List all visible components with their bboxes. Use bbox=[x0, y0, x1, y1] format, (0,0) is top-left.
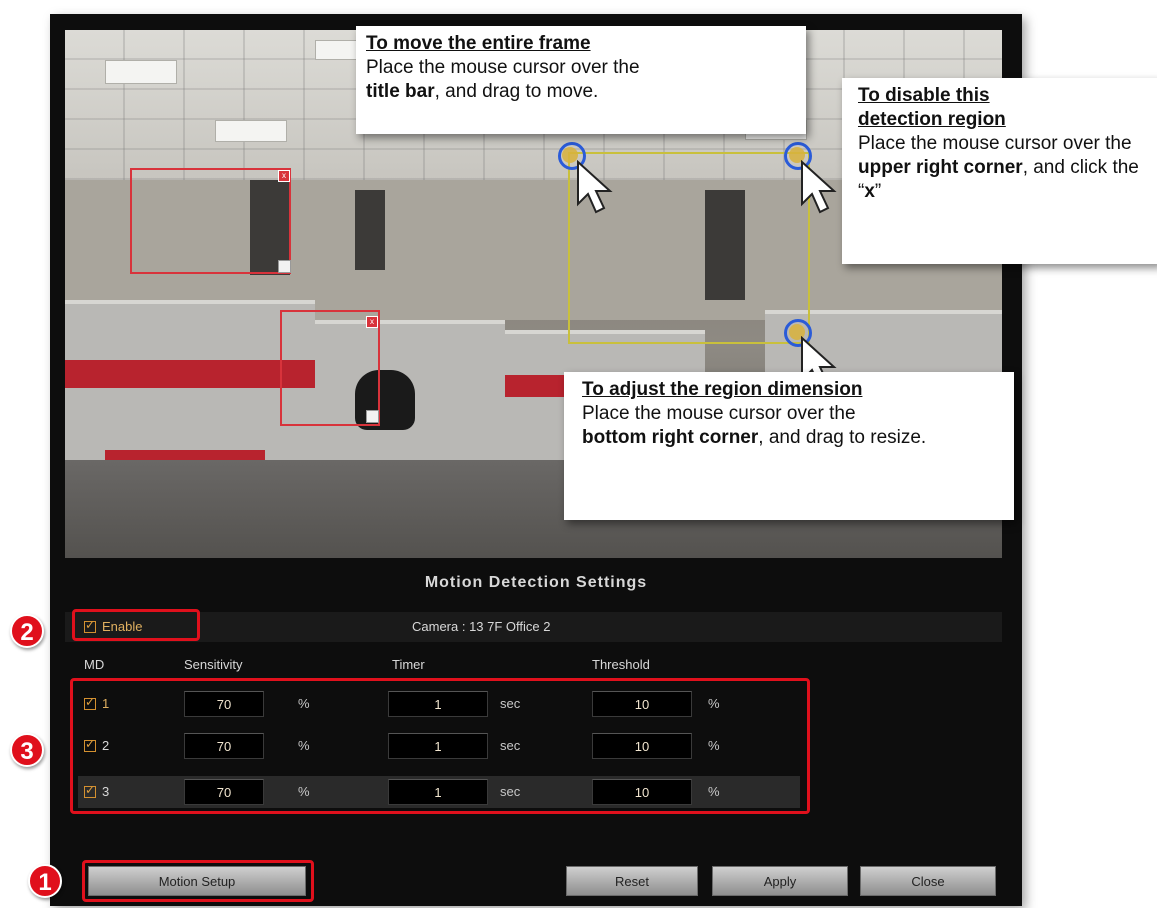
callout-move-frame: To move the entire frame Place the mouse… bbox=[356, 26, 806, 134]
step-badge-3: 3 bbox=[10, 733, 44, 767]
apply-button[interactable]: Apply bbox=[712, 866, 848, 896]
detection-region-1[interactable] bbox=[130, 168, 291, 274]
callout-bold-text: bottom right corner bbox=[582, 427, 759, 448]
cubicle-trim bbox=[65, 360, 315, 388]
callout-text: Place the mouse cursor over the bbox=[858, 133, 1132, 154]
header-threshold: Threshold bbox=[592, 657, 650, 672]
door bbox=[355, 190, 385, 270]
step-badge-2: 2 bbox=[10, 614, 44, 648]
ceiling-light bbox=[105, 60, 177, 84]
motion-setup-highlight-box bbox=[82, 860, 314, 902]
reset-button[interactable]: Reset bbox=[566, 866, 698, 896]
mouse-cursor-icon bbox=[577, 160, 613, 214]
close-button[interactable]: Close bbox=[860, 866, 996, 896]
callout-resize-region: To adjust the region dimension Place the… bbox=[564, 372, 1014, 520]
header-md: MD bbox=[84, 657, 105, 672]
step-badge-1: 1 bbox=[28, 864, 62, 898]
callout-bold-text: title bar bbox=[366, 81, 435, 102]
callout-text: Place the mouse cursor over the bbox=[366, 57, 640, 78]
callout-text: Place the mouse cursor over the bbox=[582, 403, 856, 424]
md-rows-highlight-box bbox=[70, 678, 810, 814]
header-timer: Timer bbox=[392, 657, 425, 672]
region-1-close-icon[interactable]: x bbox=[278, 170, 290, 182]
ceiling-light bbox=[215, 120, 287, 142]
region-2-resize-handle[interactable] bbox=[366, 410, 379, 423]
region-2-close-icon[interactable]: x bbox=[366, 316, 378, 328]
callout-text: , and drag to move. bbox=[434, 81, 599, 102]
callout-text: ” bbox=[874, 181, 882, 202]
settings-title: Motion Detection Settings bbox=[424, 574, 648, 591]
detection-region-2[interactable] bbox=[280, 310, 380, 426]
header-sensitivity: Sensitivity bbox=[184, 657, 243, 672]
callout-title: To move the entire frame bbox=[366, 33, 591, 54]
callout-title: To adjust the region dimension bbox=[582, 379, 863, 400]
callout-title: To disable this detection region bbox=[858, 85, 1006, 130]
camera-label: Camera : 13 7F Office 2 bbox=[412, 619, 551, 634]
region-1-resize-handle[interactable] bbox=[278, 260, 291, 273]
callout-bold-text: x bbox=[864, 181, 875, 202]
mouse-cursor-icon bbox=[801, 160, 837, 214]
callout-bold-text: upper right corner bbox=[858, 157, 1023, 178]
enable-highlight-box bbox=[72, 609, 200, 641]
callout-disable-region: To disable this detection region Place t… bbox=[842, 78, 1157, 264]
callout-text: , and drag to resize. bbox=[758, 427, 927, 448]
